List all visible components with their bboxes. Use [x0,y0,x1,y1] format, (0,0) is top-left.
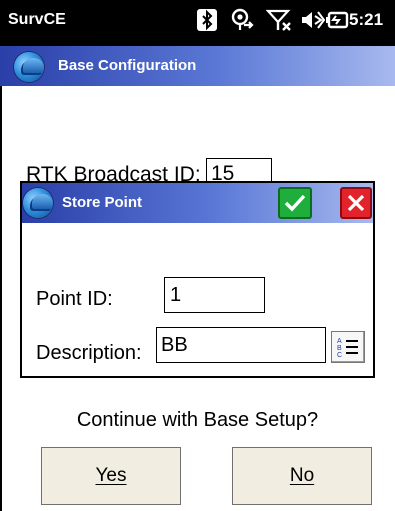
description-label: Description: [36,342,142,364]
checkmark-icon [284,194,306,212]
no-signal-icon[interactable] [265,8,293,32]
window-left-border [0,86,2,511]
clock-time[interactable]: 5:21 [349,10,383,30]
store-point-title-bar: Store Point [22,183,373,223]
bluetooth-icon[interactable] [196,8,218,32]
description-field[interactable]: BB [156,327,326,363]
close-icon [347,194,365,212]
list-icon: A B C [337,338,358,359]
status-bar: SurvCE 5:21 [0,0,395,46]
continue-question: Continue with Base Setup? [76,409,319,431]
cancel-button[interactable] [340,187,372,219]
app-name: SurvCE [8,11,66,28]
point-id-label: Point ID: [36,288,113,310]
yes-button-label: Yes [95,465,127,486]
no-button-label: No [289,465,315,486]
svg-text:A: A [337,338,342,345]
store-point-dialog: Store Point Point ID: 1 Description: BB … [20,181,375,378]
svg-text:C: C [337,352,342,359]
volume-icon[interactable] [301,8,325,32]
window-title: Base Configuration [58,57,197,74]
base-configuration-title-bar: Base Configuration [0,46,395,86]
ok-button[interactable] [278,187,312,219]
survce-globe-icon [14,52,44,82]
description-list-button[interactable]: A B C [331,331,365,363]
battery-icon[interactable] [326,8,350,32]
svg-text:B: B [337,345,342,352]
gps-icon[interactable] [229,8,257,32]
yes-button[interactable]: Yes [41,447,181,505]
dialog-title: Store Point [62,194,143,211]
survce-globe-icon [23,188,53,218]
no-button[interactable]: No [232,447,372,505]
point-id-field[interactable]: 1 [164,277,265,313]
